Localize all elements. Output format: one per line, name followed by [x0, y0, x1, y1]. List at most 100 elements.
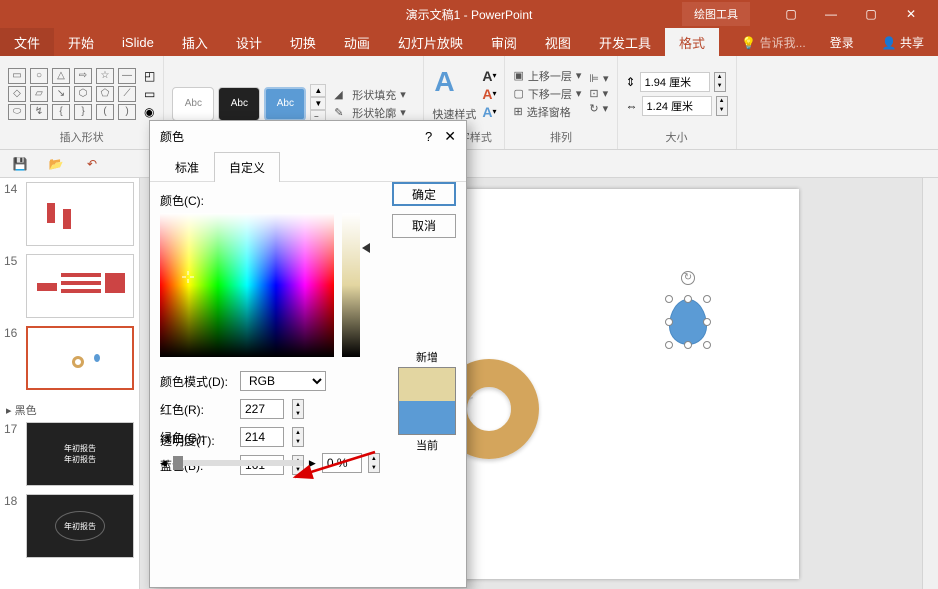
slide-thumbnail-panel[interactable]: 14 15 16 ▸ 黑色 17: [0, 178, 140, 589]
shape-icon[interactable]: ▱: [30, 86, 48, 102]
wordart-gallery-icon[interactable]: A: [434, 66, 454, 97]
undo-icon[interactable]: ↶: [80, 154, 104, 174]
resize-handle[interactable]: [665, 318, 673, 326]
tell-me-search[interactable]: 💡 告诉我...: [731, 34, 815, 51]
shape-fill-button[interactable]: ◢形状填充 ▾: [334, 87, 406, 103]
slide-thumb-18[interactable]: 年初报告: [26, 494, 134, 558]
resize-handle[interactable]: [684, 295, 692, 303]
resize-handle[interactable]: [665, 341, 673, 349]
rotate-handle[interactable]: ↻: [681, 271, 695, 285]
shape-style-1[interactable]: Abc: [172, 87, 214, 121]
tab-file[interactable]: 文件: [0, 28, 54, 56]
spin-up[interactable]: ▲: [293, 400, 303, 409]
selected-teardrop-shape[interactable]: ↻: [669, 299, 707, 345]
spin-down[interactable]: ▼: [715, 82, 725, 91]
text-fill-button[interactable]: A▾: [482, 68, 496, 84]
gallery-down-icon[interactable]: ▼: [310, 97, 326, 110]
shape-triangle-icon[interactable]: △: [52, 68, 70, 84]
ok-button[interactable]: 确定: [392, 182, 456, 206]
slider-left-icon[interactable]: ◀: [160, 458, 167, 469]
resize-handle[interactable]: [684, 341, 692, 349]
transparency-slider[interactable]: [173, 460, 303, 466]
shape-star-icon[interactable]: ☆: [96, 68, 114, 84]
shape-arrow-icon[interactable]: ⇨: [74, 68, 92, 84]
merge-shapes-icon[interactable]: ◉: [144, 105, 155, 119]
luminance-slider[interactable]: [342, 213, 360, 357]
shapes-gallery[interactable]: ▭ ○ △ ⇨ ☆ — ◇ ▱ ↘ ⬡ ⬠ ⟋ ⬭ ↯: [8, 68, 136, 120]
shape-style-2[interactable]: Abc: [218, 87, 260, 121]
tab-slideshow[interactable]: 幻灯片放映: [384, 28, 477, 56]
cancel-button[interactable]: 取消: [392, 214, 456, 238]
shape-icon[interactable]: ◇: [8, 86, 26, 102]
shape-icon[interactable]: {: [52, 104, 70, 120]
vertical-scrollbar[interactable]: [922, 178, 938, 589]
ribbon-options-icon[interactable]: ▢: [772, 0, 810, 28]
resize-handle[interactable]: [665, 295, 673, 303]
slide-thumb-16[interactable]: [26, 326, 134, 390]
height-input[interactable]: [640, 72, 710, 92]
spin-up[interactable]: ▲: [717, 97, 727, 106]
selection-pane-button[interactable]: ⊞选择窗格: [513, 104, 581, 120]
dialog-help-button[interactable]: ?: [425, 129, 432, 144]
tab-view[interactable]: 视图: [531, 28, 585, 56]
align-button[interactable]: ⊫▾: [589, 72, 608, 85]
shape-icon[interactable]: ⟋: [118, 86, 136, 102]
spin-down[interactable]: ▼: [293, 409, 303, 418]
shape-icon[interactable]: ): [118, 104, 136, 120]
text-effects-button[interactable]: A▾: [482, 104, 496, 120]
tab-insert[interactable]: 插入: [168, 28, 222, 56]
tab-animation[interactable]: 动画: [330, 28, 384, 56]
slide-thumb-17[interactable]: 年初报告 年初报告: [26, 422, 134, 486]
resize-handle[interactable]: [703, 295, 711, 303]
shape-icon[interactable]: (: [96, 104, 114, 120]
color-mode-select[interactable]: RGB: [240, 371, 326, 391]
shape-rectangle-icon[interactable]: ▭: [8, 68, 26, 84]
luminance-indicator-icon[interactable]: [362, 243, 370, 253]
close-button[interactable]: ✕: [892, 0, 930, 28]
bring-forward-button[interactable]: ▣上移一层 ▾: [513, 68, 581, 84]
shape-icon[interactable]: ⬡: [74, 86, 92, 102]
shape-oval-icon[interactable]: ○: [30, 68, 48, 84]
gallery-up-icon[interactable]: ▲: [310, 84, 326, 97]
dialog-close-button[interactable]: ✕: [444, 128, 456, 145]
section-header[interactable]: ▸ 黑色: [4, 398, 135, 422]
rotate-button[interactable]: ↻▾: [589, 102, 608, 115]
red-input[interactable]: [240, 399, 284, 419]
group-button[interactable]: ⊡▾: [589, 87, 608, 100]
shape-outline-button[interactable]: ✎形状轮廓 ▾: [334, 105, 406, 121]
spin-down[interactable]: ▼: [717, 106, 727, 115]
tab-home[interactable]: 开始: [54, 28, 108, 56]
width-input[interactable]: [642, 96, 712, 116]
spin-up[interactable]: ▲: [715, 73, 725, 82]
tab-standard[interactable]: 标准: [160, 152, 214, 182]
shape-icon[interactable]: ↯: [30, 104, 48, 120]
maximize-button[interactable]: ▢: [852, 0, 890, 28]
resize-handle[interactable]: [703, 341, 711, 349]
open-icon[interactable]: 📂: [44, 154, 68, 174]
shape-icon[interactable]: }: [74, 104, 92, 120]
tab-design[interactable]: 设计: [222, 28, 276, 56]
tab-transition[interactable]: 切换: [276, 28, 330, 56]
resize-handle[interactable]: [703, 318, 711, 326]
shape-icon[interactable]: ⬭: [8, 104, 26, 120]
slide-thumb-15[interactable]: [26, 254, 134, 318]
share-button[interactable]: 👤 共享: [868, 34, 938, 51]
color-spectrum-picker[interactable]: [160, 213, 334, 357]
slider-thumb[interactable]: [173, 456, 183, 470]
tab-developer[interactable]: 开发工具: [585, 28, 665, 56]
tab-review[interactable]: 审阅: [477, 28, 531, 56]
textbox-icon[interactable]: ▭: [144, 87, 155, 101]
shape-style-gallery[interactable]: Abc Abc Abc: [172, 87, 306, 121]
save-icon[interactable]: 💾: [8, 154, 32, 174]
text-outline-button[interactable]: A▾: [482, 86, 496, 102]
shape-icon[interactable]: ⬠: [96, 86, 114, 102]
login-button[interactable]: 登录: [816, 34, 868, 51]
send-backward-button[interactable]: ▢下移一层 ▾: [513, 86, 581, 102]
shape-icon[interactable]: ↘: [52, 86, 70, 102]
shape-style-3[interactable]: Abc: [264, 87, 306, 121]
tab-islide[interactable]: iSlide: [108, 28, 168, 56]
minimize-button[interactable]: —: [812, 0, 850, 28]
slide-thumb-14[interactable]: [26, 182, 134, 246]
tab-format[interactable]: 格式: [665, 28, 719, 56]
tab-custom[interactable]: 自定义: [214, 152, 280, 182]
